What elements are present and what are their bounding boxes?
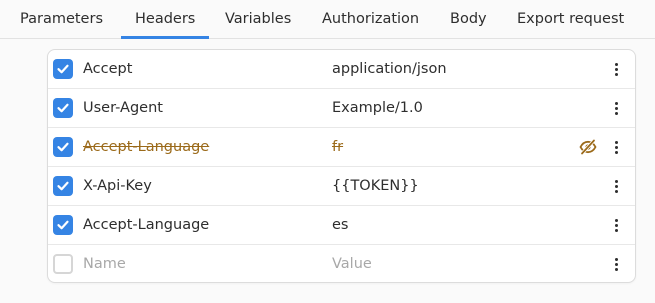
checkmark-icon — [57, 220, 69, 230]
header-name-field[interactable]: Accept — [83, 50, 323, 88]
header-value-field[interactable]: application/json — [332, 50, 572, 88]
vertical-ellipsis-icon[interactable] — [608, 256, 624, 272]
header-name-field[interactable]: Accept-Language — [83, 128, 323, 166]
header-name-field[interactable]: User-Agent — [83, 89, 323, 127]
header-value-input[interactable]: Value — [332, 245, 572, 282]
header-enabled-checkbox[interactable] — [53, 215, 73, 235]
tab-body[interactable]: Body — [450, 0, 487, 38]
eye-slash-icon — [579, 138, 597, 156]
header-value-field[interactable]: fr — [332, 128, 572, 166]
header-value-field[interactable]: {{TOKEN}} — [332, 167, 572, 205]
header-row: User-Agent Example/1.0 — [48, 89, 635, 128]
header-row: Accept application/json — [48, 50, 635, 89]
checkmark-icon — [57, 181, 69, 191]
header-name-input[interactable]: Name — [83, 245, 323, 282]
tab-export-request[interactable]: Export request — [517, 0, 624, 38]
vertical-ellipsis-icon[interactable] — [608, 217, 624, 233]
header-enabled-checkbox[interactable] — [53, 98, 73, 118]
header-enabled-checkbox[interactable] — [53, 254, 73, 274]
header-value-field[interactable]: Example/1.0 — [332, 89, 572, 127]
header-enabled-checkbox[interactable] — [53, 59, 73, 79]
header-row: X-Api-Key {{TOKEN}} — [48, 167, 635, 206]
tab-headers[interactable]: Headers — [120, 0, 210, 39]
vertical-ellipsis-icon[interactable] — [608, 100, 624, 116]
checkmark-icon — [57, 142, 69, 152]
header-enabled-checkbox[interactable] — [53, 137, 73, 157]
tab-bar: Parameters Headers Variables Authorizati… — [0, 0, 655, 39]
headers-list: Accept application/json User-Agent Examp… — [47, 49, 636, 283]
new-header-row: Name Value — [48, 245, 635, 282]
vertical-ellipsis-icon[interactable] — [608, 61, 624, 77]
header-name-field[interactable]: Accept-Language — [83, 206, 323, 244]
header-value-field[interactable]: es — [332, 206, 572, 244]
vertical-ellipsis-icon[interactable] — [608, 139, 624, 155]
checkmark-icon — [57, 103, 69, 113]
header-enabled-checkbox[interactable] — [53, 176, 73, 196]
vertical-ellipsis-icon[interactable] — [608, 178, 624, 194]
header-name-field[interactable]: X-Api-Key — [83, 167, 323, 205]
checkmark-icon — [57, 64, 69, 74]
tab-variables[interactable]: Variables — [225, 0, 291, 38]
header-row: Accept-Language es — [48, 206, 635, 245]
tab-authorization[interactable]: Authorization — [322, 0, 419, 38]
tab-parameters[interactable]: Parameters — [20, 0, 103, 38]
header-row: Accept-Language fr — [48, 128, 635, 167]
